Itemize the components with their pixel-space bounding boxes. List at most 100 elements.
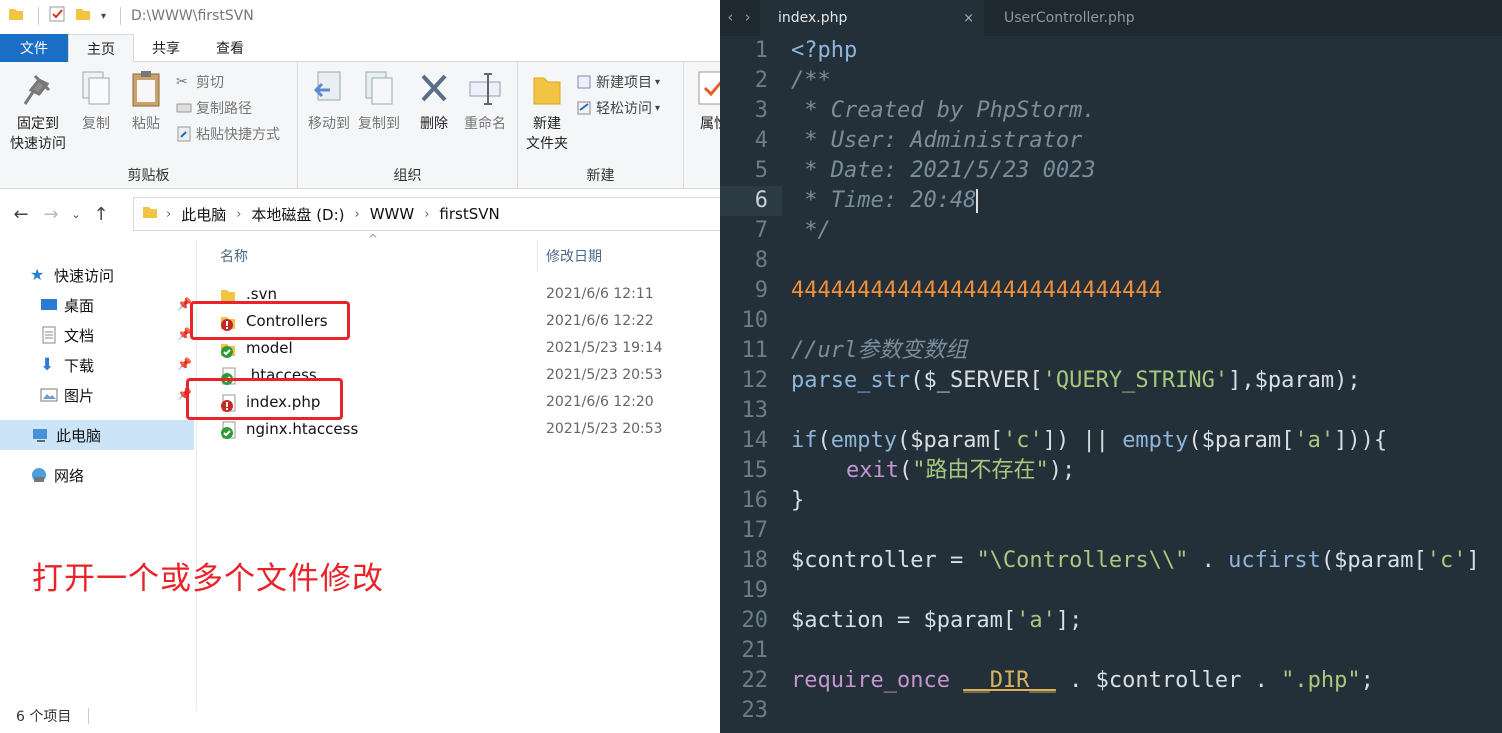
delete-button[interactable]: 删除 xyxy=(414,70,454,134)
tab-scroll-arrows-icon[interactable]: ‹› xyxy=(726,8,760,26)
code-token: * Time: 20:48 xyxy=(791,188,977,213)
quick-access-separator xyxy=(38,7,39,25)
file-date: 2021/6/6 12:11 xyxy=(546,286,654,302)
folder-icon xyxy=(8,6,24,26)
nav-documents-label: 文档 xyxy=(64,326,95,345)
rename-button[interactable]: 重命名 xyxy=(460,70,510,134)
chevron-down-icon: ▾ xyxy=(655,102,661,114)
tab-file[interactable]: 文件 xyxy=(0,34,68,62)
easy-access-icon xyxy=(576,100,592,116)
nav-desktop[interactable]: 桌面 xyxy=(40,290,94,320)
code-line-5: * Date: 2021/5/23 0023 xyxy=(791,156,1095,186)
code-line-16: } xyxy=(791,486,804,516)
up-arrow-icon[interactable]: ↑ xyxy=(86,204,116,225)
new-folder-icon[interactable] xyxy=(75,6,91,26)
code-token: ]; xyxy=(1055,608,1083,633)
code-token: "\Controllers\\" xyxy=(976,548,1189,573)
breadcrumb-chevron-icon[interactable]: › xyxy=(355,207,360,222)
breadcrumb-www[interactable]: WWW xyxy=(370,205,415,223)
nav-quick-access[interactable]: ★ 快速访问 xyxy=(30,260,114,290)
breadcrumb-firstsvn[interactable]: firstSVN xyxy=(439,205,499,223)
nav-downloads[interactable]: ⬇ 下载 xyxy=(40,350,94,380)
nav-network-label: 网络 xyxy=(54,466,85,485)
line-number: 3 xyxy=(754,98,768,123)
pin-icon: 📌 xyxy=(177,357,192,371)
nav-network[interactable]: 网络 xyxy=(30,460,84,490)
tab-share[interactable]: 共享 xyxy=(134,34,198,62)
delete-label: 删除 xyxy=(420,116,448,132)
copy-path-button[interactable]: 复制路径 xyxy=(176,96,252,120)
recent-chevron-icon[interactable]: ⌄ xyxy=(66,208,86,221)
column-header-date[interactable]: 修改日期 xyxy=(546,238,602,274)
code-token: "路由不存在" xyxy=(912,458,1049,483)
navigation-pane: ★ 快速访问 桌面 📌 文档 📌 ⬇ 下载 📌 图片 📌 此电脑 网络 xyxy=(0,240,196,710)
close-icon[interactable]: × xyxy=(963,11,974,26)
file-row-nginx-htaccess[interactable]: nginx.htaccess 2021/5/23 20:53 xyxy=(196,416,720,443)
nav-quick-access-label: 快速访问 xyxy=(54,266,115,285)
paste-button[interactable]: 粘贴 xyxy=(124,70,168,134)
easy-access-button[interactable]: 轻松访问 ▾ xyxy=(576,96,660,120)
tab-user-controller[interactable]: UserController.php xyxy=(984,0,1224,36)
code-token: require_once xyxy=(791,668,950,693)
copy-to-button[interactable]: 复制到 xyxy=(354,70,404,134)
highlight-box-index-php xyxy=(186,378,343,420)
copy-button[interactable]: 复制 xyxy=(74,70,118,134)
new-folder-label-1: 新建 xyxy=(533,116,561,132)
move-to-icon xyxy=(312,70,346,108)
code-token: ( xyxy=(898,458,913,483)
cut-button[interactable]: ✂ 剪切 xyxy=(176,70,224,94)
move-to-button[interactable]: 移动到 xyxy=(304,70,354,134)
code-token: ($param[ xyxy=(1320,548,1427,573)
forward-arrow-icon[interactable]: → xyxy=(36,204,66,225)
document-icon xyxy=(40,326,58,344)
back-arrow-icon[interactable]: ← xyxy=(6,204,36,225)
pictures-icon xyxy=(40,386,58,404)
code-token: ; xyxy=(1360,668,1374,693)
file-date: 2021/6/6 12:20 xyxy=(546,394,654,410)
line-number: 8 xyxy=(754,248,768,273)
properties-button[interactable]: 属性 xyxy=(694,70,720,134)
breadcrumb-this-pc[interactable]: 此电脑 xyxy=(181,204,226,225)
pin-label-2: 快速访问 xyxy=(10,136,66,152)
breadcrumb-chevron-icon[interactable]: › xyxy=(424,207,429,222)
line-number: 17 xyxy=(741,518,769,543)
clipboard-paste-icon xyxy=(129,70,163,108)
tab-index-php-label: index.php xyxy=(778,10,848,26)
line-number: 15 xyxy=(741,458,769,483)
column-separator[interactable] xyxy=(537,240,538,272)
tab-index-php[interactable]: index.php × xyxy=(760,0,984,36)
chevron-down-icon: ▾ xyxy=(655,76,661,88)
properties-check-icon[interactable] xyxy=(49,6,65,26)
code-line-2: /** xyxy=(791,66,831,96)
code-token: * Created by PhpStorm. xyxy=(791,98,1096,123)
address-box[interactable]: › 此电脑 › 本地磁盘 (D:) › WWW › firstSVN xyxy=(133,197,720,231)
code-line-22: require_once __DIR__ . $controller . ".p… xyxy=(791,666,1374,696)
column-header-name[interactable]: 名称 xyxy=(220,238,248,274)
code-line-7: */ xyxy=(791,216,831,246)
code-token: ($param[ xyxy=(1188,428,1295,453)
customize-qat-icon[interactable]: ▾ xyxy=(101,11,106,22)
code-line-3: * Created by PhpStorm. xyxy=(791,96,1096,126)
tab-view[interactable]: 查看 xyxy=(198,34,262,62)
paste-shortcut-button[interactable]: 粘贴快捷方式 xyxy=(176,122,280,146)
tab-home[interactable]: 主页 xyxy=(68,34,134,62)
sort-up-icon: ^ xyxy=(368,232,379,246)
network-icon xyxy=(30,466,48,484)
code-token: /** xyxy=(791,68,831,93)
code-token: ".php" xyxy=(1281,668,1361,693)
pin-quick-access-button[interactable]: 固定到 快速访问 xyxy=(6,70,70,154)
code-token: 'c' xyxy=(1426,548,1467,573)
nav-pictures[interactable]: 图片 xyxy=(40,380,94,410)
nav-desktop-label: 桌面 xyxy=(64,296,95,315)
copy-label: 复制 xyxy=(82,116,110,132)
star-icon: ★ xyxy=(30,265,45,284)
code-token: ucfirst xyxy=(1228,548,1321,573)
new-folder-button[interactable]: 新建 文件夹 xyxy=(522,70,572,154)
breadcrumb-local-disk[interactable]: 本地磁盘 (D:) xyxy=(251,204,344,225)
nav-this-pc[interactable]: 此电脑 xyxy=(0,420,194,450)
copy-path-icon xyxy=(176,100,192,116)
nav-documents[interactable]: 文档 xyxy=(40,320,94,350)
computer-icon xyxy=(32,426,50,444)
breadcrumb-chevron-icon[interactable]: › xyxy=(236,207,241,222)
new-item-button[interactable]: 新建项目 ▾ xyxy=(576,70,660,94)
